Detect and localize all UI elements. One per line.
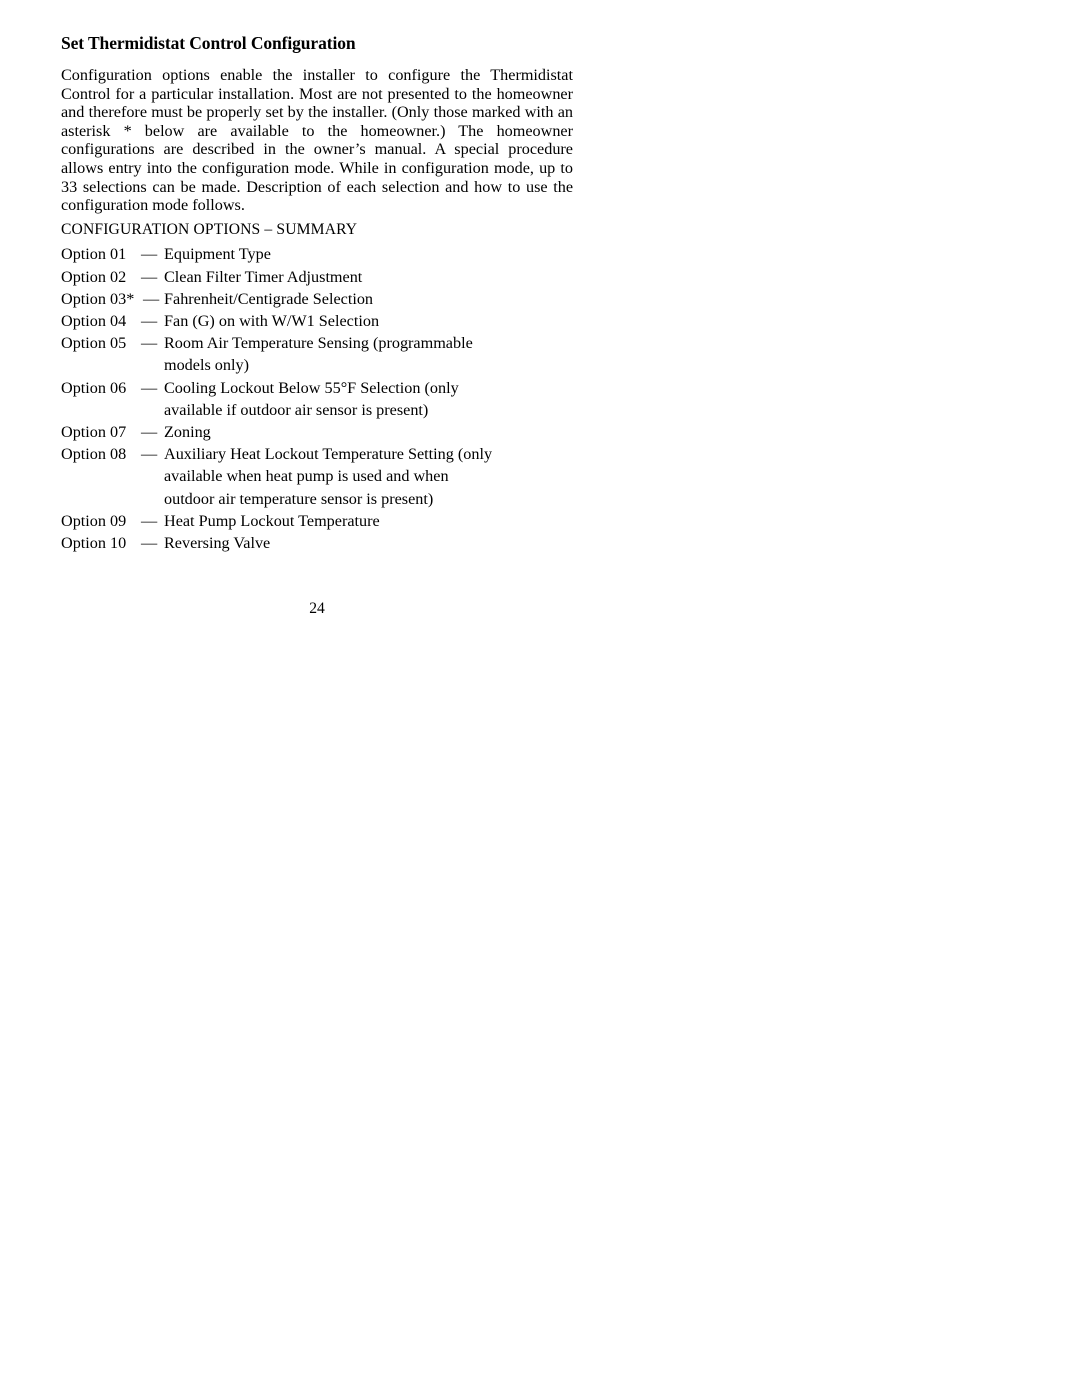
option-label: Option 10 <box>61 533 127 552</box>
option-description: Clean Filter Timer Adjustment <box>164 267 363 286</box>
option-description: Cooling Lockout Below 55°F Selection (on… <box>164 378 459 419</box>
option-dash: — <box>141 422 158 441</box>
list-item: Option 07 — Zoning <box>61 421 573 443</box>
option-dash: — <box>141 445 158 464</box>
list-item: Option 09 — Heat Pump Lockout Temperatur… <box>61 510 573 532</box>
list-item: Option 06 — Cooling Lockout Below 55°F S… <box>61 377 573 421</box>
option-label: Option 09 <box>61 511 127 530</box>
option-dash: — <box>141 267 158 286</box>
list-item: Option 01 — Equipment Type <box>61 243 573 265</box>
list-item: Option 03* — Fahrenheit/Centigrade Selec… <box>61 288 573 310</box>
list-item: Option 04 — Fan (G) on with W/W1 Selecti… <box>61 310 573 332</box>
option-label: Option 08 <box>61 445 127 464</box>
list-item: Option 08 — Auxiliary Heat Lockout Tempe… <box>61 443 573 510</box>
option-dash: — <box>141 334 158 353</box>
page-content: Set Thermidistat Control Configuration C… <box>61 33 573 617</box>
option-label: Option 04 <box>61 311 127 330</box>
option-description: Fan (G) on with W/W1 Selection <box>164 311 380 330</box>
section-heading: CONFIGURATION OPTIONS – SUMMARY <box>61 220 358 238</box>
option-label: Option 06 <box>61 378 127 397</box>
option-description: Equipment Type <box>164 245 271 264</box>
option-description: Room Air Temperature Sensing (programmab… <box>164 334 473 375</box>
option-description: Auxiliary Heat Lockout Temperature Setti… <box>164 445 493 508</box>
option-dash: — <box>141 378 158 397</box>
document-page: Set Thermidistat Control Configuration C… <box>0 0 1080 1397</box>
option-dash: — <box>141 533 158 552</box>
page-title: Set Thermidistat Control Configuration <box>61 33 356 53</box>
option-description: Zoning <box>164 422 211 441</box>
option-label: Option 02 <box>61 267 127 286</box>
option-dash: — <box>141 245 158 264</box>
option-description: Fahrenheit/Centigrade Selection <box>164 289 374 308</box>
configuration-options-list: Option 01 — Equipment Type Option 02 — C… <box>61 243 573 554</box>
option-label: Option 01 <box>61 245 127 264</box>
list-item: Option 05 — Room Air Temperature Sensing… <box>61 332 573 376</box>
intro-paragraph: Configuration options enable the install… <box>61 66 573 215</box>
list-item: Option 02 — Clean Filter Timer Adjustmen… <box>61 266 573 288</box>
option-dash: — <box>141 511 158 530</box>
page-number: 24 <box>309 600 325 617</box>
option-description: Heat Pump Lockout Temperature <box>164 511 380 530</box>
option-label: Option 07 <box>61 422 127 441</box>
option-label: Option 05 <box>61 334 127 353</box>
option-dash: — <box>141 311 158 330</box>
list-item: Option 10 — Reversing Valve <box>61 532 573 554</box>
option-description: Reversing Valve <box>164 533 271 552</box>
option-dash: — <box>143 289 160 308</box>
option-label: Option 03* <box>61 289 135 308</box>
